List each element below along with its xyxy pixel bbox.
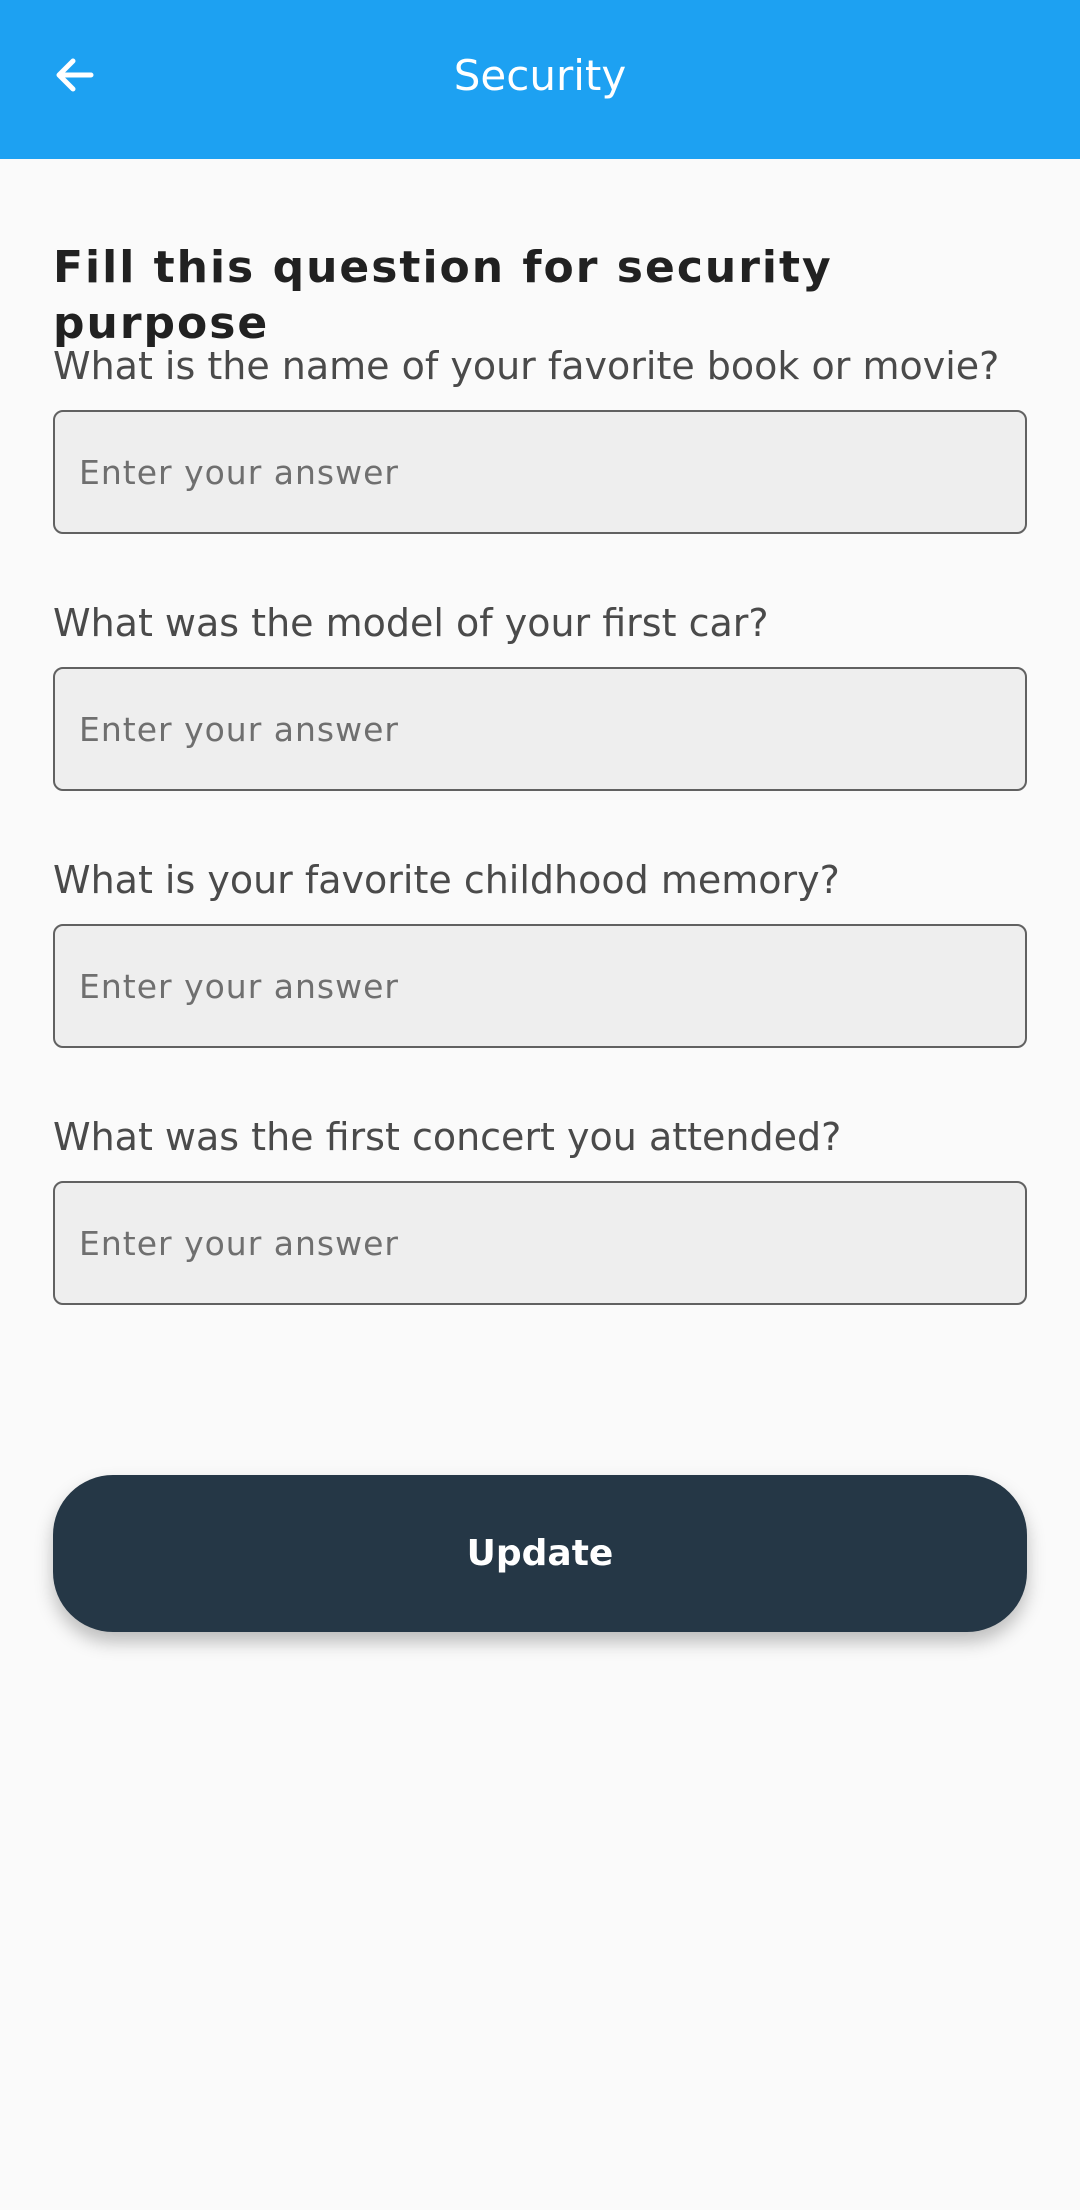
question-block-2: What was the model of your first car? [53, 598, 1027, 791]
answer-input-4[interactable] [53, 1181, 1027, 1305]
app-bar: Security [0, 0, 1080, 159]
question-block-4: What was the first concert you attended? [53, 1112, 1027, 1305]
security-form: Fill this question for security purpose … [53, 240, 1027, 1305]
question-label-4: What was the first concert you attended? [53, 1115, 842, 1159]
answer-input-3[interactable] [53, 924, 1027, 1048]
question-label-2: What was the model of your first car? [53, 601, 769, 645]
question-block-1: What is the name of your favorite book o… [53, 341, 1027, 534]
question-label-1: What is the name of your favorite book o… [53, 344, 1000, 388]
answer-input-1[interactable] [53, 410, 1027, 534]
answer-input-2[interactable] [53, 667, 1027, 791]
page-title: Security [453, 51, 627, 100]
update-button[interactable]: Update [53, 1475, 1027, 1632]
question-label-3: What is your favorite childhood memory? [53, 858, 840, 902]
question-block-3: What is your favorite childhood memory? [53, 855, 1027, 1048]
form-heading: Fill this question for security purpose [53, 242, 833, 349]
